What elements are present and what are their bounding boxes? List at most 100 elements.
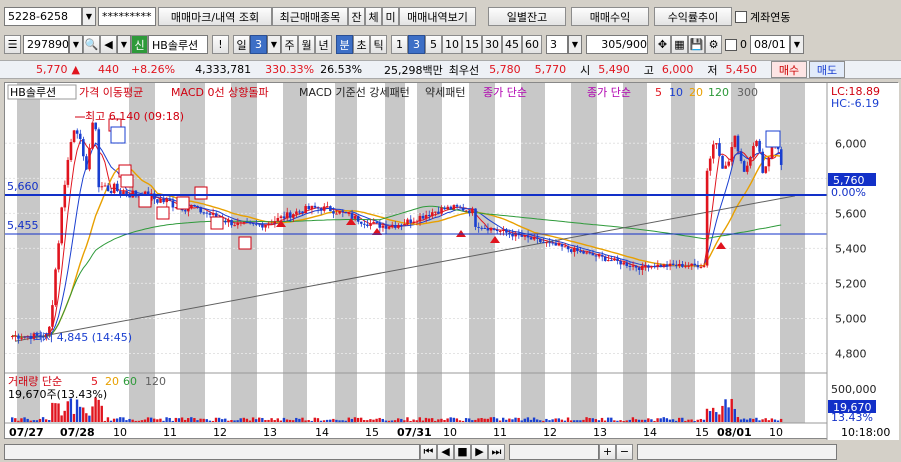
volume-bar (551, 419, 554, 422)
legend-close[interactable]: 종가 단순 (483, 86, 527, 99)
zoom-in-icon[interactable]: + (599, 443, 616, 460)
minute-tab[interactable]: 분 (336, 35, 353, 54)
trade-profit-button[interactable]: 매매수익 (571, 7, 649, 26)
zoom-out-icon[interactable]: − (616, 443, 633, 460)
legend-p20: 20 (689, 86, 703, 99)
scroll-first-icon[interactable]: ⏮ (420, 443, 437, 460)
buy-button[interactable]: 매수 (771, 61, 808, 78)
x-axis-label: 13 (263, 426, 277, 439)
volume-bar (242, 417, 245, 422)
price-chart[interactable]: HB솔루션 가격 이동평균 MACD 0선 상향돌파 MACD 기준선 강세패턴… (4, 82, 899, 440)
candle-body (545, 242, 548, 244)
profit-trend-button[interactable]: 수익률추이 (654, 7, 732, 26)
year-tab[interactable]: 년 (315, 35, 332, 54)
candle-body (625, 262, 629, 266)
legend-macd0[interactable]: MACD 0선 상향돌파 (171, 86, 269, 99)
unexecuted-button[interactable]: 미 (382, 7, 399, 26)
volume-bar (486, 418, 489, 422)
account-dropdown-icon[interactable]: ▼ (82, 7, 96, 26)
executed-button[interactable]: 체 (365, 7, 382, 26)
scroll-prev-icon[interactable]: ◀ (437, 443, 454, 460)
legend-weak[interactable]: 약세패턴 (425, 85, 465, 99)
scroll-stop-icon[interactable]: ■ (454, 443, 471, 460)
trade-mark-button[interactable]: 매매마크/내역 조회 (158, 7, 272, 26)
stock-code-input[interactable]: 297890 (23, 35, 69, 54)
code-dropdown-icon[interactable]: ▼ (69, 35, 83, 54)
tick-tab[interactable]: 틱 (370, 35, 387, 54)
save-icon[interactable]: 💾 (688, 35, 705, 54)
date-dropdown-icon[interactable]: ▼ (790, 35, 804, 54)
interval-10[interactable]: 10 (442, 35, 462, 54)
week-tab[interactable]: 주 (281, 35, 298, 54)
interval-60[interactable]: 60 (522, 35, 542, 54)
day-dropdown-icon[interactable]: ▼ (267, 35, 281, 54)
interval-1[interactable]: 1 (391, 35, 408, 54)
volume-bar (267, 419, 270, 422)
candle-body (557, 243, 561, 246)
candle-body (381, 225, 385, 228)
custom-interval-input[interactable]: 3 (546, 35, 568, 54)
gear-icon[interactable]: ⚙ (705, 35, 722, 54)
candle-body (693, 263, 697, 266)
candle-body (443, 207, 446, 210)
second-tab[interactable]: 초 (353, 35, 370, 54)
password-input[interactable]: ********* (98, 7, 156, 26)
scroll-next-icon[interactable]: ▶ (471, 443, 488, 460)
interval-3[interactable]: 3 (408, 35, 425, 54)
trade-history-button[interactable]: 매매내역보기 (399, 7, 476, 26)
day-tab[interactable]: 일 (233, 35, 250, 54)
date-checkbox[interactable] (725, 38, 737, 51)
volume-bar (745, 419, 749, 422)
crosshair-icon[interactable]: ✥ (654, 35, 671, 54)
volume-bar (733, 408, 736, 422)
date-input[interactable]: 08/01 (750, 35, 790, 54)
tool-strip[interactable] (637, 443, 837, 460)
candle-body (403, 223, 406, 226)
month-tab[interactable]: 월 (298, 35, 315, 54)
interval-5[interactable]: 5 (425, 35, 442, 54)
speaker-icon[interactable]: ◀ (100, 35, 117, 54)
interval-30[interactable]: 30 (482, 35, 502, 54)
recent-trades-button[interactable]: 최근매매종목 (272, 7, 348, 26)
candle-body (579, 251, 582, 253)
search-icon[interactable]: 🔍 (83, 35, 100, 54)
candle-body (495, 229, 499, 232)
legend-close2[interactable]: 종가 단순 (587, 86, 631, 99)
interval-45[interactable]: 45 (502, 35, 522, 54)
candle-body (718, 143, 721, 156)
option-dropdown-icon[interactable]: ▼ (117, 35, 131, 54)
chart-scrollbar[interactable] (4, 443, 420, 460)
volume-bar (285, 419, 289, 422)
volume-bar (449, 417, 452, 422)
legend-macdbase[interactable]: MACD 기준선 강세패턴 (299, 86, 410, 99)
range-field[interactable]: 305/900 (586, 35, 648, 54)
alert-button[interactable]: ! (212, 35, 229, 54)
day-count[interactable]: 3 (250, 35, 267, 54)
custom-dropdown-icon[interactable]: ▼ (568, 35, 582, 54)
candle-body (505, 229, 508, 233)
scroll-last-icon[interactable]: ⏭ (488, 443, 505, 460)
menu-icon[interactable]: ☰ (4, 35, 21, 54)
sell-button[interactable]: 매도 (809, 61, 846, 78)
stock-name-field[interactable]: HB솔루션 (148, 35, 208, 54)
vol-legend-title[interactable]: 거래량 단순 (8, 375, 62, 388)
balance-button[interactable]: 잔 (348, 7, 365, 26)
legend-ma[interactable]: 가격 이동평균 (79, 86, 143, 99)
volume-bar (668, 419, 672, 422)
volume-bar (573, 420, 576, 422)
account-link-checkbox[interactable] (735, 10, 747, 23)
volume-bar (94, 397, 97, 422)
account-input[interactable]: 5228-6258 (4, 7, 82, 26)
axis-cur-pct: 0.00% (831, 186, 866, 199)
zoom-slider[interactable] (509, 443, 599, 460)
legend-stock[interactable]: HB솔루션 (10, 86, 56, 99)
x-axis-label: 14 (643, 426, 657, 439)
candle-body (449, 206, 453, 210)
candle-body (637, 267, 641, 270)
chart-canvas[interactable]: HB솔루션 가격 이동평균 MACD 0선 상향돌파 MACD 기준선 강세패턴… (5, 83, 899, 440)
volume-bar (258, 417, 261, 422)
daily-balance-button[interactable]: 일별잔고 (488, 7, 566, 26)
grid-icon[interactable]: ▦ (671, 35, 688, 54)
interval-15[interactable]: 15 (462, 35, 482, 54)
candle-body (440, 207, 443, 214)
